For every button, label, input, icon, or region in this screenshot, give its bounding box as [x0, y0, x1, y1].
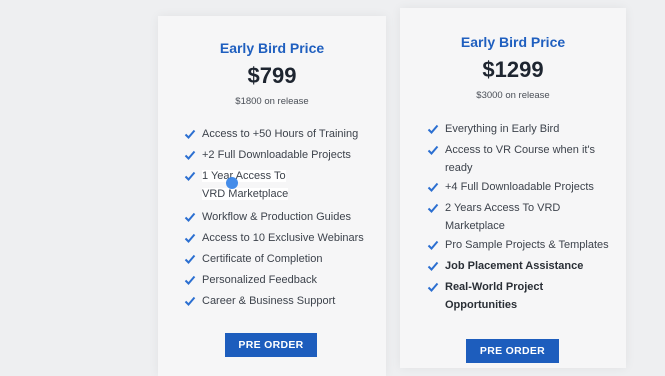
check-icon — [184, 150, 196, 160]
feature-text: Access to +50 Hours of Training — [202, 128, 359, 140]
check-icon — [184, 129, 196, 139]
card-price: $799 — [247, 63, 297, 88]
feature-text: +4 Full Downloadable Projects — [445, 181, 594, 193]
pricing-card-premium: Early Bird Price $1299 $3000 on release … — [400, 8, 626, 368]
feature-text: +2 Full Downloadable Projects — [202, 149, 351, 161]
cursor-dot — [226, 177, 238, 189]
feature-text-selected: 1 Year Access To VRD Marketplace — [202, 170, 289, 200]
check-icon — [427, 182, 439, 192]
check-icon — [184, 275, 196, 285]
card-price: $1299 — [482, 57, 544, 82]
check-icon — [184, 254, 196, 264]
check-icon — [184, 296, 196, 306]
check-icon — [184, 233, 196, 243]
check-icon — [427, 124, 439, 134]
card-release-note: $3000 on release — [476, 90, 550, 101]
card-title: Early Bird Price — [219, 40, 325, 56]
check-icon — [427, 145, 439, 155]
feature-text: Real-World Project Opportunities — [445, 281, 544, 311]
check-icon — [427, 203, 439, 213]
card-title: Early Bird Price — [460, 34, 566, 50]
feature-text: 2 Years Access To VRD Marketplace — [445, 202, 561, 232]
feature-text: Career & Business Support — [202, 295, 336, 307]
feature-text: Personalized Feedback — [202, 274, 317, 286]
pre-order-button[interactable]: PRE ORDER — [225, 333, 317, 357]
check-icon — [427, 240, 439, 250]
check-icon — [184, 212, 196, 222]
feature-text: Workflow & Production Guides — [202, 211, 351, 223]
check-icon — [427, 282, 439, 292]
feature-text: Everything in Early Bird — [445, 123, 560, 135]
feature-text: Pro Sample Projects & Templates — [445, 239, 609, 251]
feature-text: Job Placement Assistance — [445, 260, 584, 272]
card-release-note: $1800 on release — [235, 96, 309, 107]
pricing-card-early-bird: Early Bird Price $799 $1800 on release A… — [158, 16, 386, 376]
check-icon — [427, 261, 439, 271]
feature-text: Certificate of Completion — [202, 253, 323, 265]
check-icon — [184, 171, 196, 181]
pre-order-button[interactable]: PRE ORDER — [466, 339, 559, 363]
feature-text: Access to VR Course when it's ready — [445, 144, 596, 174]
feature-text: Access to 10 Exclusive Webinars — [202, 232, 364, 244]
